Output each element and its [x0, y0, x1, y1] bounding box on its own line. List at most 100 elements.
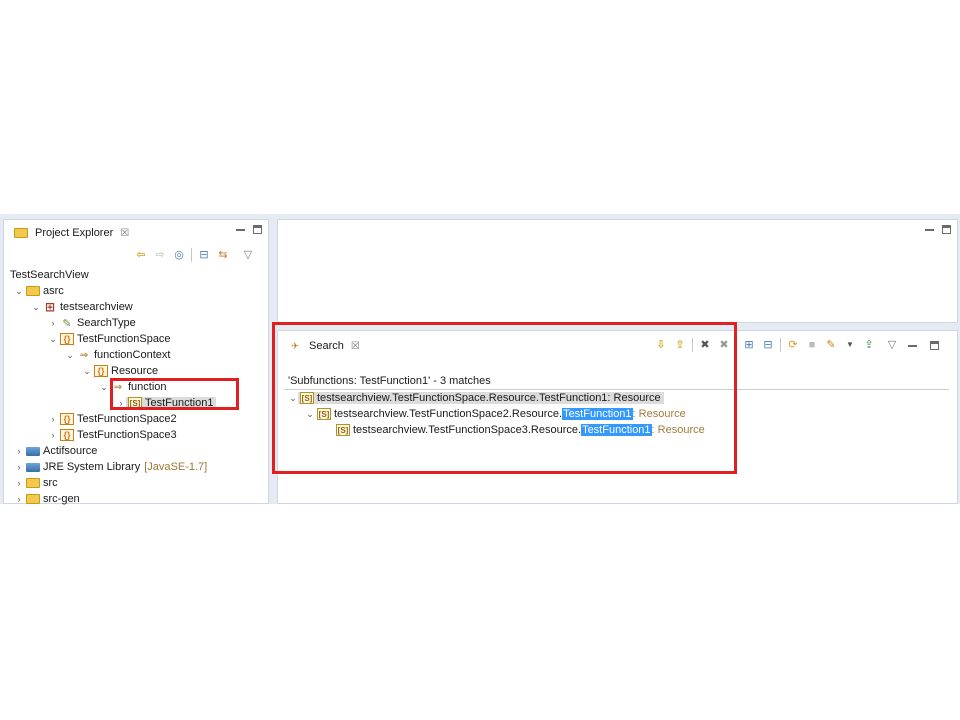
- match-highlight: TestFunction1: [562, 408, 633, 420]
- collapse-icon[interactable]: ›: [14, 494, 24, 504]
- tree-item-src-gen[interactable]: › src-gen: [14, 491, 80, 507]
- maximize-icon[interactable]: [930, 340, 939, 350]
- rerun-search-icon[interactable]: ⟳: [786, 338, 800, 352]
- tree-item-testfunctionspace2[interactable]: › {} TestFunctionSpace2: [48, 411, 177, 427]
- minimize-icon[interactable]: [908, 341, 917, 350]
- search-panel: ✈ Search ☒ ⇩ ⇧ ✖ ✖ ⊞ ⊟ ⟳ ■ ✎ ▼ ⇪ ▽ 'Subf…: [277, 330, 958, 504]
- source-folder-icon: [26, 478, 40, 488]
- search-toolbar: ⇩ ⇧ ✖ ✖ ⊞ ⊟ ⟳ ■ ✎ ▼ ⇪ ▽: [654, 338, 939, 352]
- folder-icon: ⇒: [113, 381, 123, 393]
- remove-all-icon[interactable]: ✖: [717, 338, 731, 352]
- minimize-icon[interactable]: [925, 225, 934, 234]
- tree-item-testfunction1[interactable]: › [S] TestFunction1: [116, 395, 217, 411]
- remove-match-icon[interactable]: ✖: [698, 338, 712, 352]
- tree-item-jre[interactable]: › JRE System Library [JavaSE-1.7]: [14, 459, 208, 475]
- result-type: : Resource: [651, 424, 705, 436]
- search-result-row[interactable]: [S] testsearchview.TestFunctionSpace3.Re…: [334, 422, 705, 438]
- expand-icon[interactable]: ⌄: [99, 382, 109, 393]
- toolbar-separator: [692, 338, 693, 352]
- result-type: : Resource: [632, 408, 686, 420]
- tab-project-explorer[interactable]: Project Explorer ☒: [8, 224, 136, 242]
- maximize-icon[interactable]: [942, 225, 951, 234]
- tree-item-src[interactable]: › src: [14, 475, 58, 491]
- context-icon: ⇒: [79, 349, 89, 361]
- search-history-icon[interactable]: ✎: [824, 338, 838, 352]
- expand-all-icon[interactable]: ⊞: [742, 338, 756, 352]
- library-icon: [26, 446, 40, 456]
- expand-icon[interactable]: ⌄: [31, 302, 41, 313]
- workspace-label: TestSearchView: [10, 269, 89, 281]
- close-icon[interactable]: ☒: [120, 228, 129, 239]
- forward-icon[interactable]: ⇨: [153, 248, 167, 262]
- tree-item-actifsource[interactable]: › Actifsource: [14, 443, 98, 459]
- tree-item-testfunctionspace3[interactable]: › {} TestFunctionSpace3: [48, 427, 177, 443]
- tab-title: Project Explorer: [35, 227, 114, 239]
- tab-search[interactable]: ✈ Search ☒: [282, 337, 366, 355]
- function-space-icon: {}: [94, 365, 108, 377]
- editor-area: [277, 219, 958, 323]
- explorer-toolbar: ⇦ ⇨ ◎ ⊟ ⇆ ▽: [134, 248, 255, 262]
- selected-item: [S] TestFunction1: [126, 397, 217, 409]
- view-menu-icon[interactable]: ▽: [241, 248, 255, 262]
- previous-match-icon[interactable]: ⇧: [673, 338, 687, 352]
- search-type-icon: ✎: [62, 317, 72, 330]
- expand-icon[interactable]: ⌄: [305, 409, 315, 420]
- next-match-icon[interactable]: ⇩: [654, 338, 668, 352]
- source-folder-icon: [26, 494, 40, 504]
- window-buttons: [925, 225, 951, 234]
- expand-icon[interactable]: ⌄: [48, 334, 58, 345]
- expand-icon[interactable]: ⌄: [14, 286, 24, 297]
- function-space-icon: {}: [60, 333, 74, 345]
- view-menu-icon[interactable]: ▽: [885, 338, 899, 352]
- project-explorer-panel: Project Explorer ☒ ⇦ ⇨ ◎ ⊟ ⇆ ▽ TestSearc…: [3, 219, 269, 507]
- search-summary: 'Subfunctions: TestFunction1' - 3 matche…: [288, 375, 491, 387]
- search-result-row[interactable]: ⌄ [S] testsearchview.TestFunctionSpace.R…: [288, 390, 664, 406]
- collapse-all-icon[interactable]: ⊟: [197, 248, 211, 262]
- collapse-icon[interactable]: ›: [116, 398, 126, 408]
- selected-result: [S] testsearchview.TestFunctionSpace.Res…: [298, 392, 664, 404]
- close-icon[interactable]: ☒: [351, 341, 360, 352]
- function-space-icon: {}: [60, 429, 74, 441]
- link-icon[interactable]: ◎: [172, 248, 186, 262]
- function-s-icon: [S]: [128, 397, 142, 409]
- tree-item-functioncontext[interactable]: ⌄ ⇒ functionContext: [65, 347, 170, 363]
- link-editor-icon[interactable]: ⇆: [216, 248, 230, 262]
- search-view-icon: ✈: [291, 340, 299, 351]
- back-icon[interactable]: ⇦: [134, 248, 148, 262]
- collapse-icon[interactable]: ›: [48, 430, 58, 440]
- tree-item-asrc[interactable]: ⌄ asrc: [14, 283, 64, 299]
- cancel-search-icon[interactable]: ■: [805, 338, 819, 352]
- expand-icon[interactable]: ⌄: [65, 350, 75, 361]
- toolbar-separator: [736, 338, 737, 352]
- tree-item-testfunctionspace[interactable]: ⌄ {} TestFunctionSpace: [48, 331, 171, 347]
- collapse-icon[interactable]: ›: [14, 446, 24, 456]
- expand-icon[interactable]: ⌄: [82, 366, 92, 377]
- tree-item-resource[interactable]: ⌄ {} Resource: [82, 363, 158, 379]
- collapse-icon[interactable]: ›: [48, 414, 58, 424]
- pin-view-icon[interactable]: ⇪: [862, 338, 876, 352]
- toolbar-separator: [780, 338, 781, 352]
- collapse-all-icon[interactable]: ⊟: [761, 338, 775, 352]
- collapse-icon[interactable]: ›: [14, 478, 24, 488]
- function-s-icon: [S]: [336, 424, 350, 436]
- collapse-icon[interactable]: ›: [48, 318, 58, 328]
- minimize-icon[interactable]: [236, 225, 245, 234]
- package-icon: ⊞: [44, 300, 56, 314]
- history-dropdown-icon[interactable]: ▼: [843, 338, 857, 352]
- library-icon: [26, 462, 40, 472]
- expand-icon[interactable]: ⌄: [288, 393, 298, 404]
- search-result-row[interactable]: ⌄ [S] testsearchview.TestFunctionSpace2.…: [305, 406, 686, 422]
- function-s-icon: [S]: [300, 392, 314, 404]
- tree-item-searchtype[interactable]: › ✎ SearchType: [48, 315, 136, 331]
- jre-version: [JavaSE-1.7]: [144, 461, 208, 473]
- toolbar-separator: [191, 248, 192, 262]
- tree-item-testsearchview[interactable]: ⌄ ⊞ testsearchview: [31, 299, 133, 315]
- tree-item-function[interactable]: ⌄ ⇒ function: [99, 379, 166, 395]
- ide-workbench: Project Explorer ☒ ⇦ ⇨ ◎ ⊟ ⇆ ▽ TestSearc…: [0, 214, 960, 507]
- function-space-icon: {}: [60, 413, 74, 425]
- tab-title: Search: [309, 340, 344, 352]
- maximize-icon[interactable]: [253, 225, 262, 234]
- collapse-icon[interactable]: ›: [14, 462, 24, 472]
- match-highlight: TestFunction1: [581, 424, 652, 436]
- source-folder-icon: [26, 286, 40, 296]
